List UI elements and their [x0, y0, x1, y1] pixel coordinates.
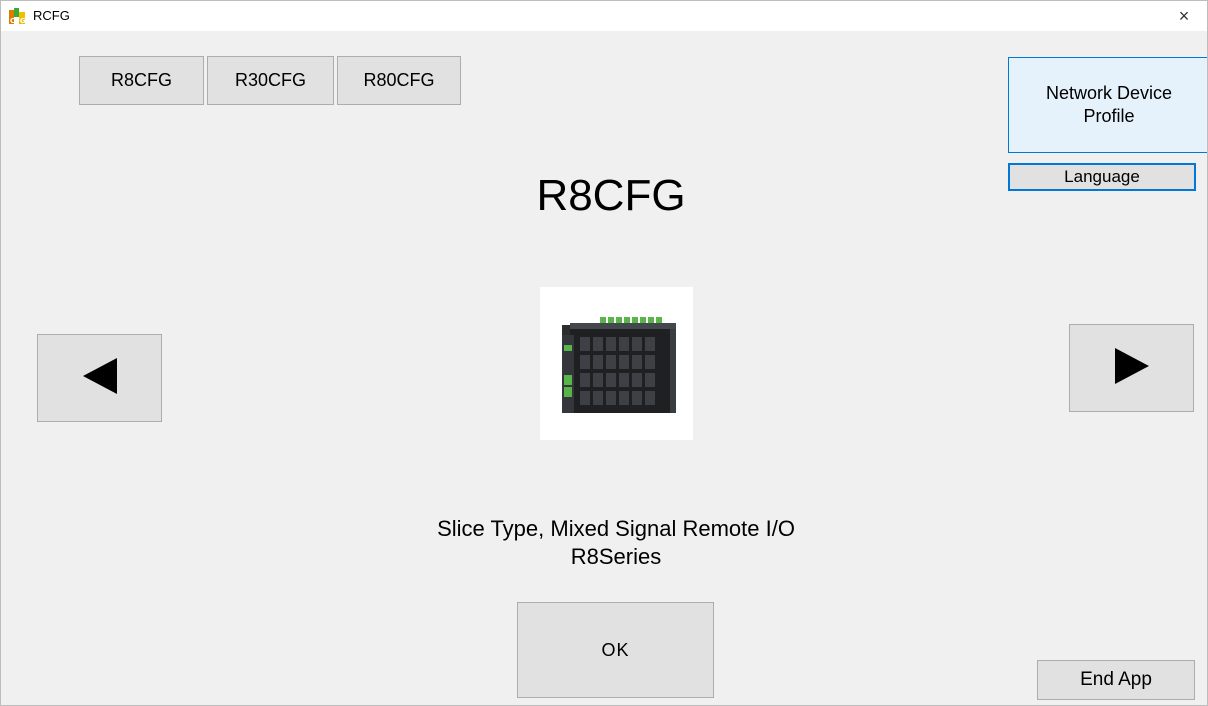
tab-r80cfg[interactable]: R80CFG — [337, 56, 461, 105]
language-button[interactable]: Language — [1008, 163, 1196, 191]
product-description: Slice Type, Mixed Signal Remote I/O R8Se… — [301, 515, 931, 571]
svg-text:CFG: CFG — [10, 17, 25, 24]
next-button[interactable] — [1069, 324, 1194, 412]
end-app-button[interactable]: End App — [1037, 660, 1195, 700]
page-title: R8CFG — [536, 171, 686, 220]
tab-r30cfg[interactable]: R30CFG — [207, 56, 334, 105]
product-description-line1: Slice Type, Mixed Signal Remote I/O — [437, 516, 795, 541]
previous-button[interactable] — [37, 334, 162, 422]
product-image — [540, 287, 693, 440]
triangle-left-icon — [82, 357, 117, 399]
rcfg-app-icon: CFG — [9, 8, 26, 25]
ok-button[interactable]: OK — [517, 602, 714, 698]
product-series: R8Series — [570, 544, 662, 569]
triangle-right-icon — [1114, 347, 1149, 389]
window-title: RCFG — [33, 8, 70, 23]
app-window: CFG RCFG × R8CFG R30CFG R80CFG Network D… — [0, 0, 1208, 706]
network-device-profile-label-line1: Network Device — [1045, 83, 1173, 103]
title-bar: CFG RCFG × — [1, 1, 1207, 31]
close-icon[interactable]: × — [1161, 1, 1207, 31]
network-device-profile-button[interactable]: Network Device Profile — [1008, 57, 1207, 153]
network-device-profile-label-line2: Profile — [1083, 106, 1135, 126]
tab-r8cfg[interactable]: R8CFG — [79, 56, 204, 105]
